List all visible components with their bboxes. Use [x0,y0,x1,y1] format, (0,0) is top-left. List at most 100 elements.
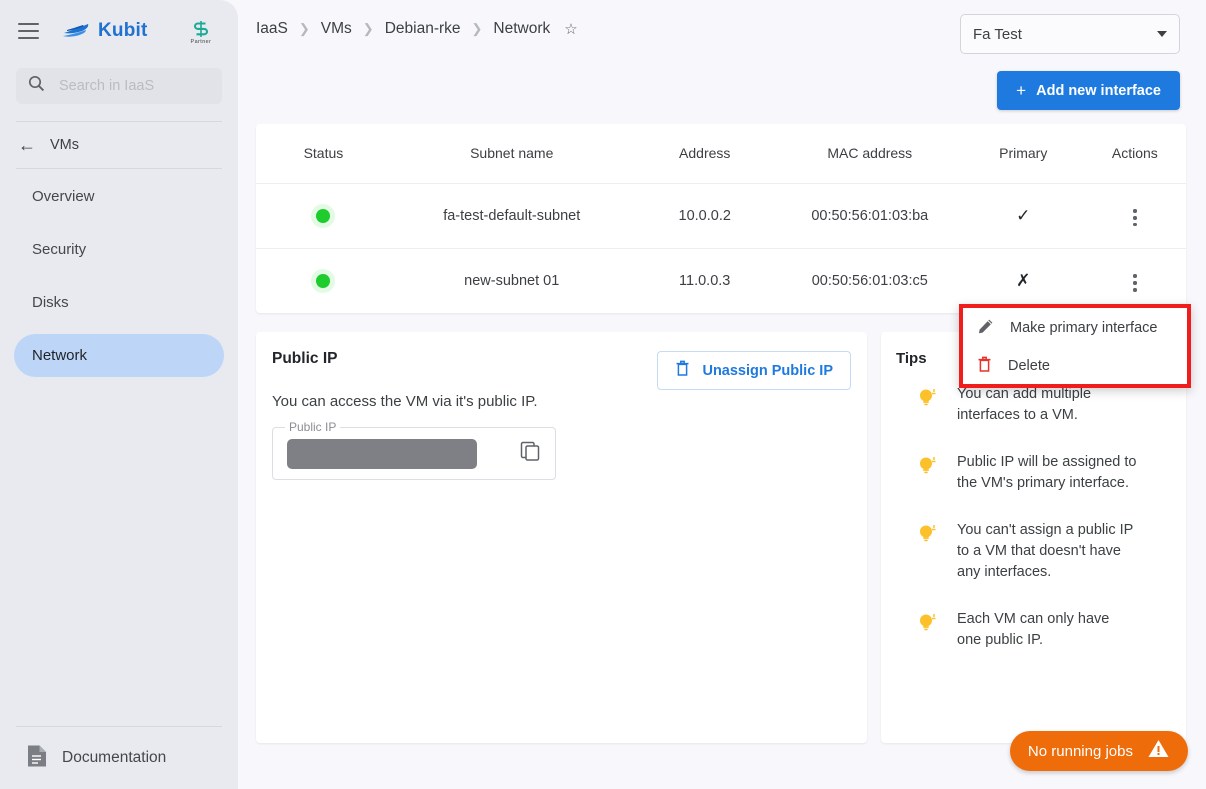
cell-address: 10.0.0.2 [632,183,777,249]
partner-logo-subtext: Partner [190,38,212,45]
cell-subnet-name: new-subnet 01 [464,272,560,289]
sidebar-item-label: Network [32,347,88,364]
arrow-left-icon: ← [18,135,36,155]
document-icon [26,744,48,773]
lightbulb-icon [917,386,939,426]
cell-status [256,183,391,249]
kebab-menu-icon[interactable] [1125,205,1144,230]
menu-item-make-primary-interface[interactable]: Make primary interface [963,309,1187,347]
breadcrumb-item-iaas[interactable]: IaaS [256,20,288,38]
breadcrumb-item-network[interactable]: Network [493,20,550,38]
sidebar-divider-nav [16,168,222,169]
public-ip-description: You can access the VM via it's public IP… [272,393,538,410]
copy-icon[interactable] [519,440,541,467]
project-select[interactable]: Fa Test [960,14,1180,54]
sidebar-back-label: VMs [50,137,79,153]
tip-text: Each VM can only have one public IP. [957,611,1110,649]
cell-primary: ✓ [962,183,1084,249]
sidebar-footer: Documentation [0,726,238,789]
chevron-down-icon [1157,31,1167,37]
sidebar-item-security[interactable]: Security [14,228,224,271]
project-select-value: Fa Test [973,25,1022,43]
sidebar-item-overview[interactable]: Overview [14,175,224,218]
pencil-icon [977,318,994,339]
list-item: Each VM can only have one public IP. [917,609,1174,651]
status-badge [311,203,336,228]
sidebar-item-label: Security [32,241,87,258]
status-badge [311,268,336,293]
running-jobs-status-pill[interactable]: No running jobs [1009,731,1188,771]
sidebar-item-disks[interactable]: Disks [14,281,224,324]
tip-text: You can't assign a public IP to a VM tha… [957,522,1134,581]
column-header-subnet-name: Subnet name [390,124,633,184]
chevron-right-icon: ❯ [471,21,483,36]
list-item: You can add multiple interfaces to a VM. [917,384,1174,426]
brand-name: Kubit [98,20,148,41]
menu-item-label: Make primary interface [1010,320,1158,336]
list-item: You can't assign a public IP to a VM tha… [917,520,1174,583]
column-header-actions: Actions [1083,124,1186,184]
sidebar-header: Kubit Partner [0,0,238,62]
tips-list: You can add multiple interfaces to a VM.… [917,384,1174,677]
kebab-menu-icon[interactable] [1125,270,1144,295]
table-header-row: Status Subnet name Address MAC address P… [256,124,1186,184]
column-header-status: Status [256,124,391,184]
tips-card: Tips You can add multiple interfaces to … [881,332,1186,743]
sidebar-item-network[interactable]: Network [14,334,224,377]
tip-text: Public IP will be assigned to the VM's p… [957,454,1137,492]
cell-status [256,248,391,313]
list-item: Public IP will be assigned to the VM's p… [917,452,1174,494]
breadcrumb-item-vms[interactable]: VMs [321,20,352,38]
menu-item-delete[interactable]: Delete [963,347,1187,385]
kubit-boat-logo [62,20,92,43]
cell-subnet-name: fa-test-default-subnet [390,183,633,249]
hamburger-icon[interactable] [14,17,42,45]
menu-item-label: Delete [1008,358,1050,374]
lightbulb-icon [917,454,939,494]
sidebar-back-to-vms[interactable]: ← VMs [0,122,238,168]
tip-text: You can add multiple interfaces to a VM. [957,386,1092,424]
interfaces-table-card: Status Subnet name Address MAC address P… [256,124,1186,313]
unassign-public-ip-button[interactable]: Unassign Public IP [657,351,851,390]
add-new-interface-button[interactable]: + Add new interface [997,71,1180,110]
check-icon: ✓ [1016,205,1031,225]
unassign-public-ip-label: Unassign Public IP [702,362,833,379]
cross-icon: ✗ [1016,270,1031,290]
warning-triangle-icon [1147,738,1170,764]
trash-icon [675,360,690,381]
cell-mac-address: 00:50:56:01:03:c5 [811,272,928,289]
lightbulb-icon [917,522,939,583]
sidebar: Kubit Partner ← VMs [0,0,238,789]
brand[interactable]: Kubit [62,20,148,43]
public-ip-value-redacted [287,438,477,469]
table-header: Status Subnet name Address MAC address P… [256,124,1186,184]
breadcrumb-item-debian-rke[interactable]: Debian-rke [385,20,461,38]
public-ip-field-label: Public IP [285,420,341,434]
partner-s-logo: Partner [184,14,218,48]
sidebar-item-documentation[interactable]: Documentation [0,727,238,789]
search-container[interactable] [16,68,222,104]
column-header-mac-address: MAC address [776,124,963,184]
trash-icon [977,356,992,377]
public-ip-field[interactable]: Public IP [272,420,556,480]
row-actions-context-menu: Make primary interface Delete [959,304,1191,388]
table-body: fa-test-default-subnet 10.0.0.2 00:50:56… [256,183,1186,313]
cell-actions [1083,183,1186,249]
table-row[interactable]: fa-test-default-subnet 10.0.0.2 00:50:56… [256,183,1186,249]
search-input[interactable] [57,77,207,95]
app-root: Kubit Partner ← VMs [0,0,1206,789]
chevron-right-icon: ❯ [362,21,374,36]
star-outline-icon[interactable]: ☆ [564,20,577,38]
chevron-right-icon: ❯ [298,21,310,36]
status-dot-icon [316,208,331,223]
lightbulb-icon [917,611,939,651]
breadcrumb: IaaS ❯ VMs ❯ Debian-rke ❯ Network ☆ [256,20,578,38]
column-header-address: Address [632,124,777,184]
public-ip-title: Public IP [272,350,338,367]
sidebar-documentation-label: Documentation [62,749,167,766]
add-new-interface-label: Add new interface [1036,82,1161,99]
interfaces-table: Status Subnet name Address MAC address P… [256,124,1186,313]
topbar: IaaS ❯ VMs ❯ Debian-rke ❯ Network ☆ Fa T… [238,0,1206,110]
cell-mac-address: 00:50:56:01:03:ba [776,183,963,249]
cell-address: 11.0.0.3 [679,272,731,289]
